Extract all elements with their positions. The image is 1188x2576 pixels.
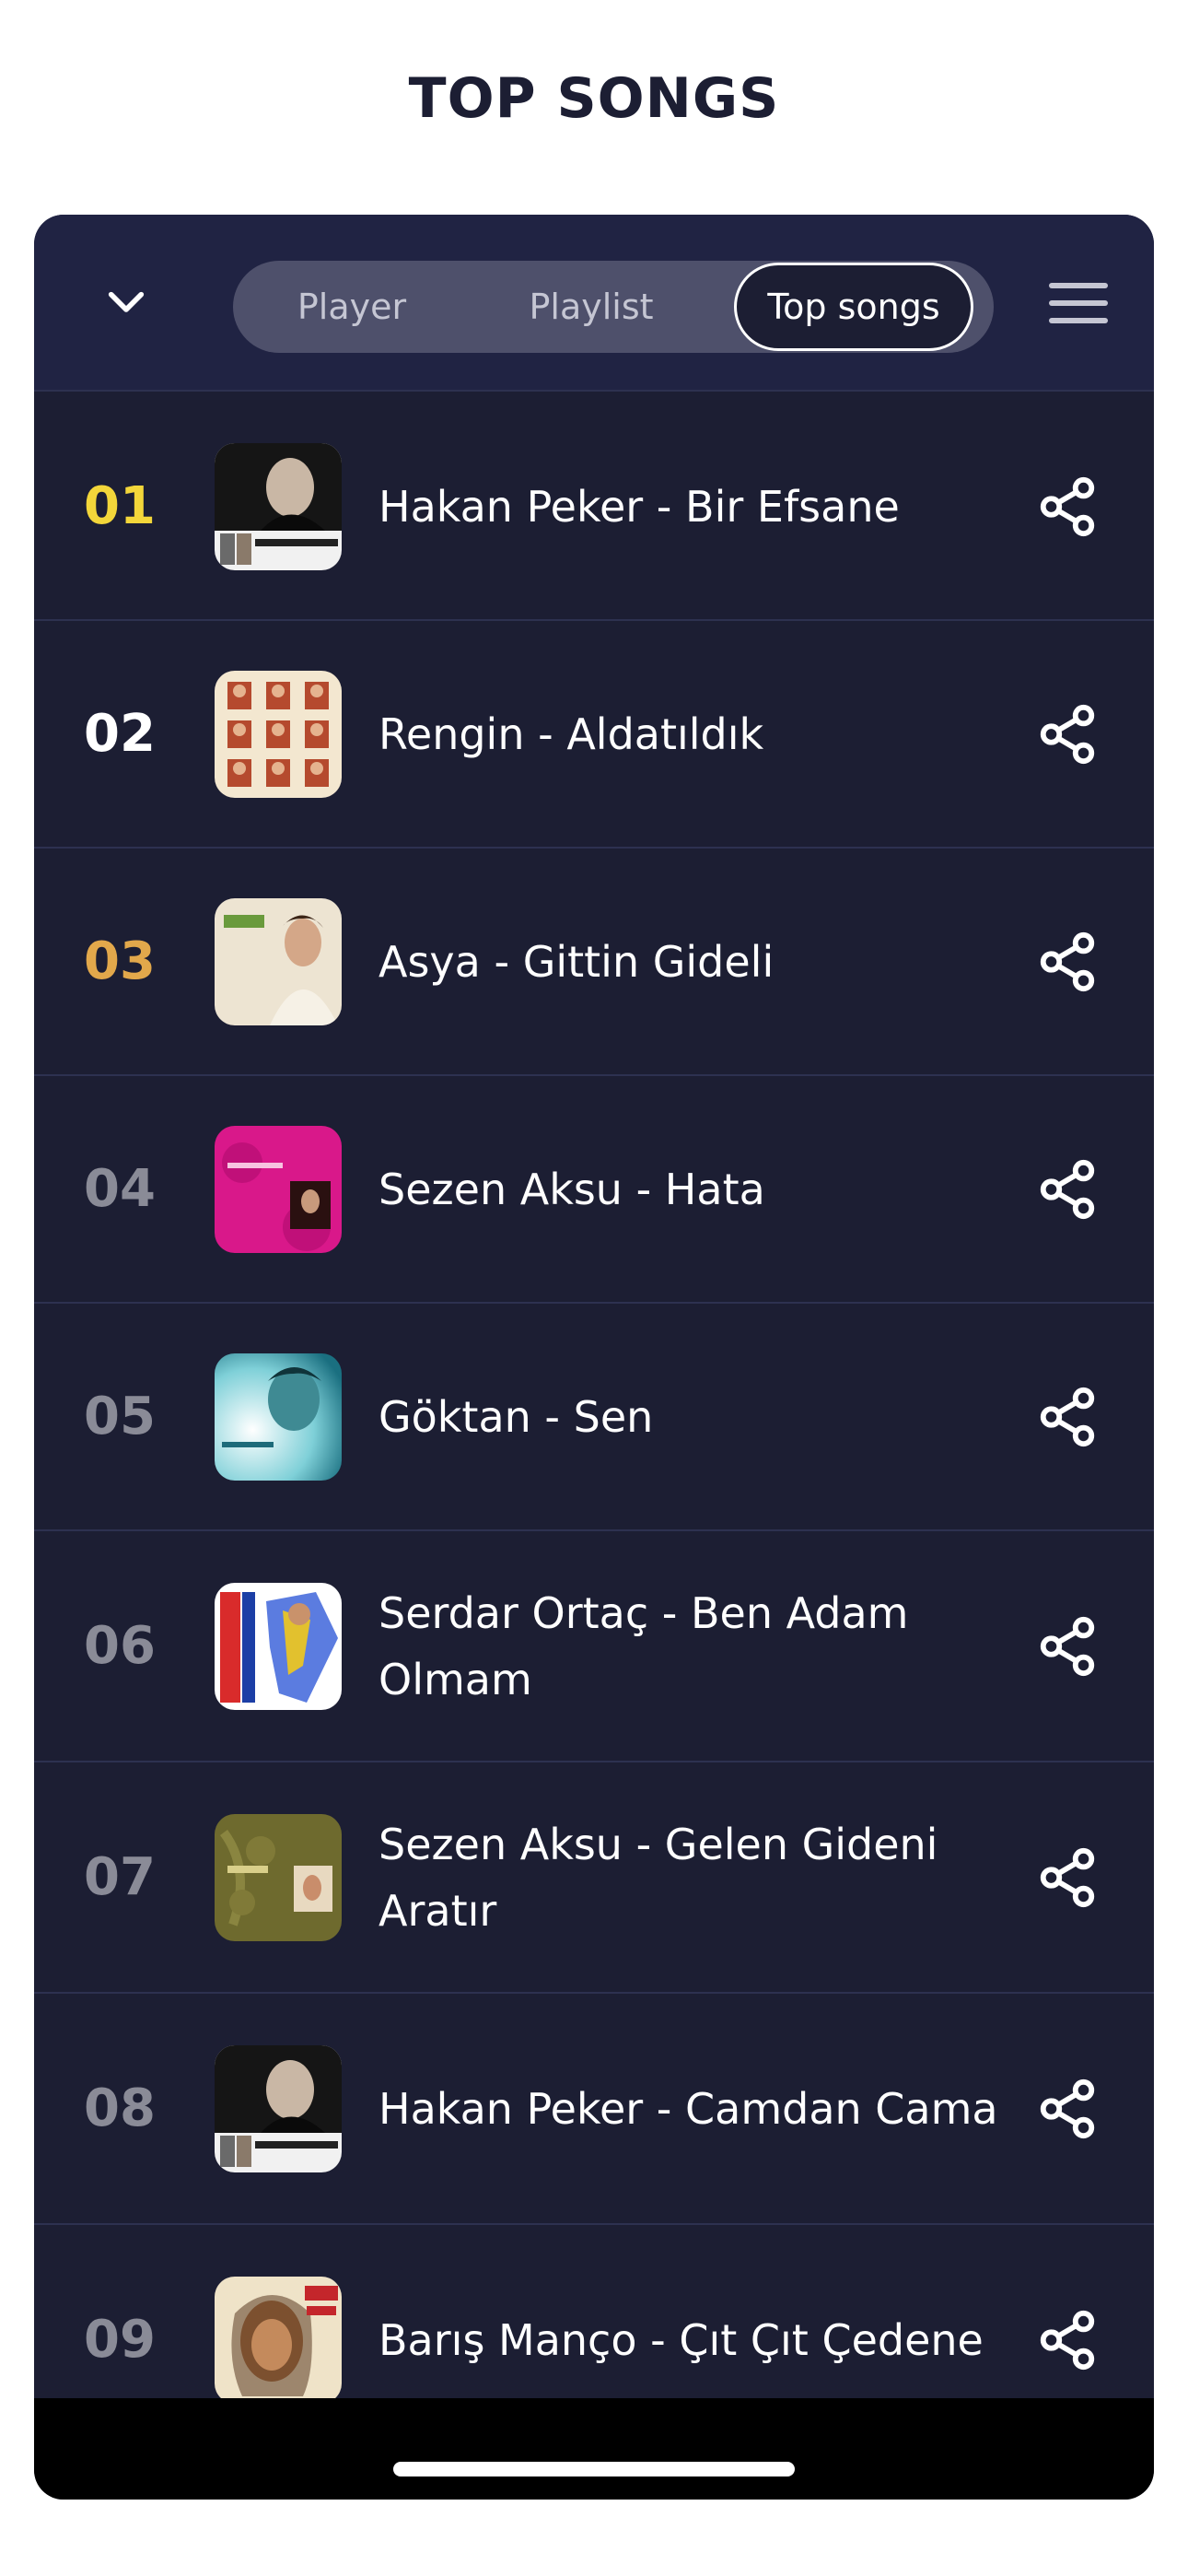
song-row[interactable]: 08 Hakan Peker - Camdan Cama (34, 1994, 1154, 2225)
tab-player[interactable]: Player (233, 261, 471, 353)
song-title: Göktan - Sen (379, 1391, 654, 1442)
album-cover (215, 442, 342, 570)
share-icon (1040, 1847, 1095, 1907)
share-button[interactable] (1031, 925, 1104, 999)
album-cover (215, 1352, 342, 1481)
collapse-button[interactable] (89, 266, 163, 340)
album-cover (215, 897, 342, 1025)
share-button[interactable] (1031, 1380, 1104, 1454)
album-cover (215, 2044, 342, 2172)
hamburger-menu-icon (1049, 283, 1108, 323)
song-title: Hakan Peker - Bir Efsane (379, 481, 900, 532)
share-button[interactable] (1031, 2303, 1104, 2377)
tab-playlist[interactable]: Playlist (471, 261, 712, 353)
song-rank: 06 (84, 1616, 156, 1676)
share-button[interactable] (1031, 1841, 1104, 1914)
song-title: Sezen Aksu - Hata (379, 1164, 765, 1214)
song-title: Asya - Gittin Gideli (379, 936, 775, 987)
share-icon (1040, 2078, 1095, 2138)
song-rank: 02 (84, 704, 156, 764)
share-icon (1040, 2310, 1095, 2370)
share-icon (1040, 931, 1095, 991)
album-cover (215, 1582, 342, 1710)
chevron-down-icon (108, 291, 145, 312)
album-cover (215, 1813, 342, 1941)
song-rank: 09 (84, 2310, 156, 2370)
home-indicator-area (34, 2398, 1154, 2500)
song-row[interactable]: 07 Sezen Aksu - Gelen Gideni Aratır (34, 1762, 1154, 1994)
song-title: Serdar Ortaç - Ben Adam Olmam (379, 1587, 909, 1704)
share-icon (1040, 1616, 1095, 1676)
page-title: TOP SONGS (408, 66, 780, 131)
share-button[interactable] (1031, 697, 1104, 771)
song-rank: 08 (84, 2078, 156, 2138)
share-button[interactable] (1031, 470, 1104, 544)
song-list: 01 Hakan Peker - Bir Efsane 02 Rengin - … (34, 393, 1154, 2456)
song-row[interactable]: 04 Sezen Aksu - Hata (34, 1076, 1154, 1304)
share-icon (1040, 1387, 1095, 1446)
share-icon (1040, 1159, 1095, 1219)
album-cover (215, 1125, 342, 1253)
view-tabs: Player Playlist Top songs (233, 261, 994, 353)
panel-header: Player Playlist Top songs (34, 215, 1154, 392)
album-cover (215, 670, 342, 798)
share-icon (1040, 704, 1095, 764)
share-button[interactable] (1031, 2072, 1104, 2146)
song-row[interactable]: 05 Göktan - Sen (34, 1304, 1154, 1531)
tab-top-songs[interactable]: Top songs (734, 263, 973, 351)
song-title: Sezen Aksu - Gelen Gideni Aratır (379, 1819, 938, 1936)
top-songs-panel: Player Playlist Top songs 01 Hakan Peker… (34, 215, 1154, 2500)
song-title: Rengin - Aldatıldık (379, 708, 764, 759)
song-row[interactable]: 06 Serdar Ortaç - Ben Adam Olmam (34, 1531, 1154, 1762)
song-title: Hakan Peker - Camdan Cama (379, 2083, 998, 2134)
song-rank: 05 (84, 1387, 156, 1446)
home-indicator[interactable] (393, 2462, 795, 2476)
song-title: Barış Manço - Çıt Çıt Çedene (379, 2314, 984, 2365)
song-rank: 04 (84, 1159, 156, 1219)
share-button[interactable] (1031, 1610, 1104, 1683)
menu-button[interactable] (1042, 266, 1115, 340)
share-icon (1040, 476, 1095, 536)
song-rank: 01 (84, 476, 156, 536)
song-row[interactable]: 01 Hakan Peker - Bir Efsane (34, 393, 1154, 621)
album-cover (215, 2276, 342, 2404)
share-button[interactable] (1031, 1153, 1104, 1226)
song-row[interactable]: 02 Rengin - Aldatıldık (34, 621, 1154, 849)
song-rank: 03 (84, 931, 156, 991)
song-rank: 07 (84, 1847, 156, 1907)
song-row[interactable]: 03 Asya - Gittin Gideli (34, 849, 1154, 1076)
